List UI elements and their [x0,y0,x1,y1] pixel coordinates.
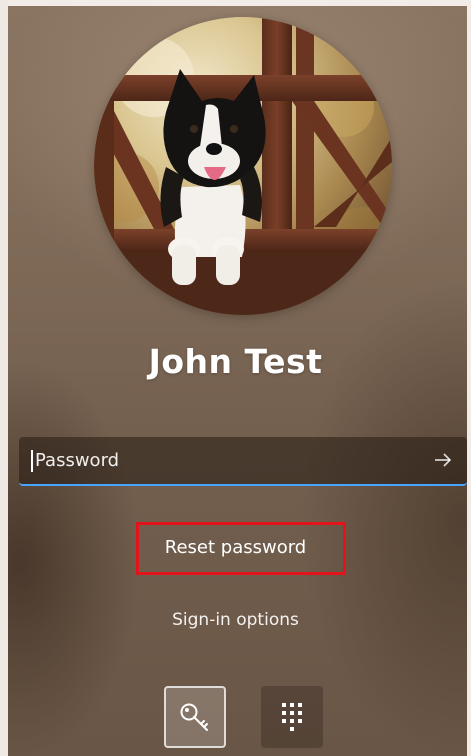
arrow-right-icon [435,453,452,467]
dog-photo [94,17,392,315]
reset-password-link[interactable]: Reset password [0,537,471,558]
pin-signin-button[interactable] [261,686,323,748]
password-input[interactable] [33,437,425,483]
lock-screen: John Test Reset password Sign-in options [0,0,471,756]
password-field-container[interactable] [19,437,467,486]
sign-in-options-link[interactable]: Sign-in options [0,610,471,630]
key-icon [180,703,208,731]
user-avatar [94,17,392,315]
user-name: John Test [148,342,323,381]
submit-arrow-button[interactable] [429,446,457,474]
screen-border-top [0,0,471,6]
key-signin-button[interactable] [164,686,226,748]
pin-keypad-icon [282,703,302,731]
